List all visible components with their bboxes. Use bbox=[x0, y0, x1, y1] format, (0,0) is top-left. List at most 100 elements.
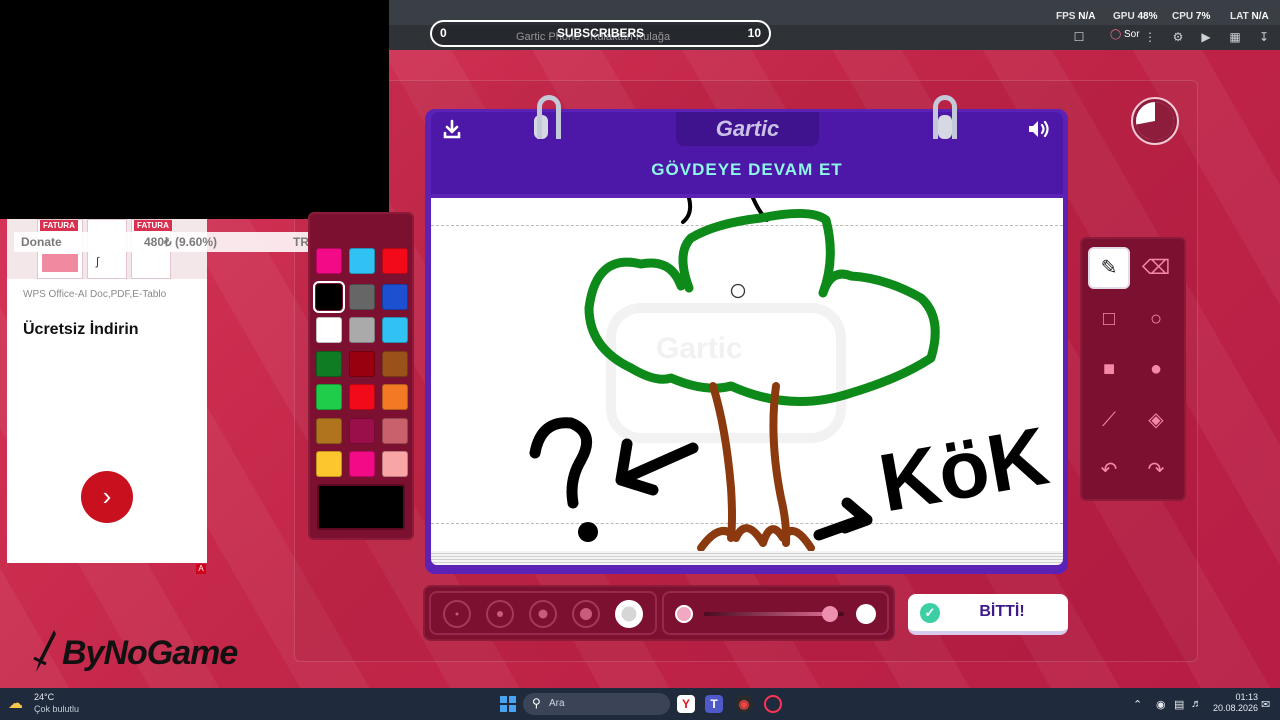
color-swatch[interactable] bbox=[382, 418, 408, 444]
drawing-strokes: Gartic KöK bbox=[529, 198, 1055, 551]
brush-size-dot bbox=[580, 608, 592, 620]
cpu-readout: CPU 7% bbox=[1172, 11, 1210, 22]
color-swatch[interactable] bbox=[349, 248, 375, 274]
clock-time: 01:13 bbox=[1235, 692, 1258, 702]
gpu-readout: GPU 48% bbox=[1113, 11, 1157, 22]
brush-size-button[interactable] bbox=[615, 600, 643, 628]
search-icon: ⚲ bbox=[532, 696, 541, 710]
canvas-word: KöK bbox=[873, 411, 1055, 530]
done-label: BİTTİ! bbox=[979, 603, 1025, 620]
bynogame-logo: ByNoGame bbox=[28, 628, 238, 678]
color-swatch[interactable] bbox=[349, 351, 375, 377]
opacity-high-icon bbox=[856, 604, 876, 624]
ad-advertiser: WPS Office-AI Doc,PDF,E-Tablo bbox=[23, 289, 167, 300]
ad-choices-badge[interactable]: A bbox=[196, 564, 206, 574]
color-swatch[interactable] bbox=[316, 418, 342, 444]
color-swatch[interactable] bbox=[382, 451, 408, 477]
gpu-label: GPU bbox=[1113, 11, 1135, 22]
color-swatch[interactable] bbox=[349, 384, 375, 410]
cpu-value: 7% bbox=[1195, 11, 1211, 22]
weather-condition: Çok bulutlu bbox=[34, 704, 80, 714]
color-swatch[interactable] bbox=[316, 317, 342, 343]
fill-bucket-tool-icon[interactable]: ◈ bbox=[1135, 399, 1177, 441]
svg-text:Gartic: Gartic bbox=[656, 332, 743, 365]
color-swatch[interactable] bbox=[313, 281, 345, 313]
more-options-icon[interactable]: ⋮ bbox=[1143, 30, 1157, 44]
collections-icon[interactable]: ▦ bbox=[1228, 30, 1242, 44]
tray-expand-icon[interactable]: ⌃ bbox=[1133, 698, 1142, 711]
yandex-browser-icon[interactable]: Y bbox=[677, 695, 695, 713]
volume-icon[interactable]: ♬ bbox=[1191, 698, 1202, 710]
ad-thumb-tag: FATURA bbox=[40, 220, 78, 231]
bookmark-icon[interactable]: ☐ bbox=[1072, 30, 1086, 44]
advertisement[interactable]: FATURA ∫ FATURA WPS Office-AI Doc,PDF,E-… bbox=[7, 219, 207, 563]
sword-icon bbox=[33, 630, 56, 672]
brush-size-dot bbox=[455, 612, 459, 616]
taskbar-search[interactable]: ⚲ Ara bbox=[523, 693, 670, 715]
brush-size-button[interactable] bbox=[443, 600, 471, 628]
color-swatch[interactable] bbox=[382, 248, 408, 274]
ad-thumb-block bbox=[42, 254, 78, 272]
brush-size-button[interactable] bbox=[529, 600, 557, 628]
color-swatch[interactable] bbox=[382, 284, 408, 310]
color-swatch[interactable] bbox=[316, 351, 342, 377]
subscribers-goal: 10 bbox=[747, 26, 761, 40]
lat-label: LAT bbox=[1230, 11, 1249, 22]
color-swatch[interactable] bbox=[382, 351, 408, 377]
color-swatch[interactable] bbox=[382, 317, 408, 343]
drawing-prompt: GÖVDEYE DEVAM ET bbox=[651, 160, 843, 179]
drawing-canvas[interactable]: Gartic KöK bbox=[431, 198, 1063, 551]
donate-amount: 480₺ (9.60%) bbox=[144, 235, 218, 249]
brush-size-button[interactable] bbox=[486, 600, 514, 628]
ad-chevron-right-icon[interactable]: › bbox=[81, 471, 133, 523]
search-placeholder: Ara bbox=[549, 698, 565, 709]
color-swatch[interactable] bbox=[316, 451, 342, 477]
circle-fill-tool-icon[interactable]: ● bbox=[1135, 348, 1177, 390]
rectangle-outline-tool-icon[interactable]: □ bbox=[1088, 298, 1130, 340]
eraser-tool-icon[interactable]: ⌫ bbox=[1135, 247, 1177, 289]
extensions-icon[interactable]: ⚙ bbox=[1171, 30, 1185, 44]
pencil-tool-icon[interactable]: ✎ bbox=[1088, 247, 1130, 289]
sor-button[interactable]: ◯ Sor bbox=[1110, 29, 1140, 40]
notebook-page-stack bbox=[431, 551, 1063, 565]
redo-tool-icon[interactable]: ↷ bbox=[1135, 449, 1177, 491]
color-swatch[interactable] bbox=[349, 451, 375, 477]
sound-icon[interactable] bbox=[1027, 119, 1053, 145]
subscribers-goal-bar: 0 SUBSCRIBERS 10 bbox=[430, 20, 771, 47]
lat-value: N/A bbox=[1251, 11, 1269, 22]
done-button[interactable]: ✓ BİTTİ! bbox=[908, 594, 1068, 635]
download-drawing-icon[interactable] bbox=[442, 119, 462, 145]
notebook-ring bbox=[933, 95, 957, 139]
circle-outline-tool-icon[interactable]: ○ bbox=[1135, 298, 1177, 340]
color-swatch[interactable] bbox=[349, 284, 375, 310]
opacity-slider-knob[interactable] bbox=[822, 606, 838, 622]
weather-temperature: 24°C bbox=[34, 692, 55, 702]
windows-start-icon[interactable] bbox=[500, 696, 516, 712]
rectangle-fill-tool-icon[interactable]: ■ bbox=[1088, 348, 1130, 390]
microphone-icon[interactable]: ◉ bbox=[1156, 698, 1166, 711]
color-swatch[interactable] bbox=[349, 418, 375, 444]
obs-icon[interactable]: ◉ bbox=[735, 695, 753, 713]
round-timer-icon bbox=[1130, 96, 1180, 146]
color-swatch[interactable] bbox=[349, 317, 375, 343]
signature-icon: ∫ bbox=[96, 256, 100, 268]
line-tool-icon[interactable]: ⟋ bbox=[1088, 399, 1130, 441]
current-color-preview bbox=[317, 484, 405, 530]
color-swatch[interactable] bbox=[316, 248, 342, 274]
ad-thumb-tag: FATURA bbox=[134, 220, 172, 231]
teams-icon[interactable]: T bbox=[705, 695, 723, 713]
download-icon[interactable]: ↧ bbox=[1257, 30, 1271, 44]
network-icon[interactable]: ▤ bbox=[1174, 698, 1184, 711]
brush-size-button[interactable] bbox=[572, 600, 600, 628]
color-swatch[interactable] bbox=[316, 384, 342, 410]
notification-icon[interactable]: ✉ bbox=[1261, 698, 1270, 711]
undo-tool-icon[interactable]: ↶ bbox=[1088, 449, 1130, 491]
fps-label: FPS bbox=[1056, 11, 1076, 22]
opera-icon[interactable] bbox=[764, 695, 782, 713]
brush-size-dot bbox=[497, 611, 503, 617]
taskbar-clock[interactable]: 01:13 20.08.2026 bbox=[1208, 692, 1258, 714]
media-icon[interactable]: ▶ bbox=[1199, 30, 1213, 44]
ad-headline[interactable]: Ücretsiz İndirin bbox=[23, 321, 139, 339]
lat-readout: LAT N/A bbox=[1230, 11, 1269, 22]
color-swatch[interactable] bbox=[382, 384, 408, 410]
